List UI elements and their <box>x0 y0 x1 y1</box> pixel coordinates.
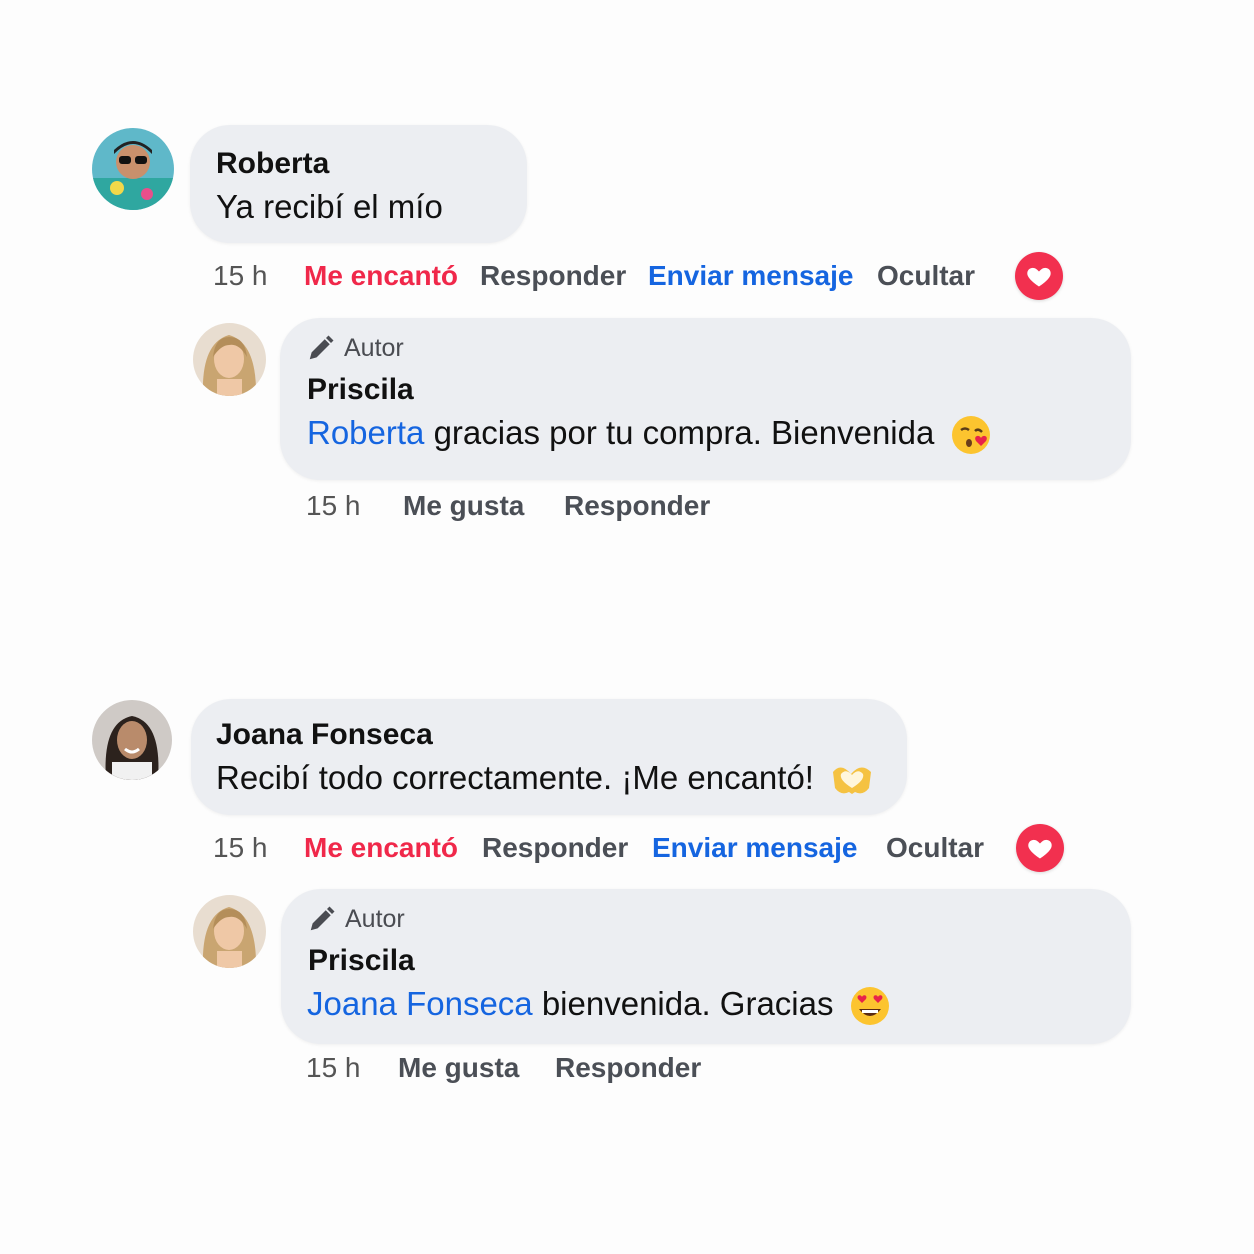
comment-text-body: Recibí todo correctamente. ¡Me encantó! <box>216 759 814 796</box>
mention-link[interactable]: Roberta <box>307 414 424 451</box>
author-badge-label: Autor <box>345 904 405 933</box>
love-action[interactable]: Me encantó <box>304 832 458 864</box>
like-action[interactable]: Me gusta <box>398 1052 519 1084</box>
pen-icon <box>310 906 335 931</box>
reaction-badge[interactable] <box>1015 252 1063 300</box>
avatar-priscila[interactable] <box>193 895 266 968</box>
reply-action[interactable]: Responder <box>555 1052 701 1084</box>
send-message-action[interactable]: Enviar mensaje <box>652 832 857 864</box>
author-badge-label: Autor <box>344 333 404 362</box>
hide-action[interactable]: Ocultar <box>886 832 984 864</box>
comment-timestamp[interactable]: 15 h <box>213 260 268 292</box>
heart-icon <box>1027 267 1051 287</box>
hide-action[interactable]: Ocultar <box>877 260 975 292</box>
love-action[interactable]: Me encantó <box>304 260 458 292</box>
reply-author[interactable]: Priscila <box>307 373 414 407</box>
reply-text-body: gracias por tu compra. Bienvenida <box>424 414 935 451</box>
comment-author[interactable]: Roberta <box>216 147 329 181</box>
reply-action[interactable]: Responder <box>480 260 626 292</box>
avatar-roberta[interactable] <box>92 128 174 210</box>
comment-text: Recibí todo correctamente. ¡Me encantó! <box>216 759 875 798</box>
avatar-joana-fonseca[interactable] <box>92 700 172 780</box>
kissing-face-heart-emoji <box>951 416 990 455</box>
author-badge: Autor <box>307 904 405 934</box>
comment-timestamp[interactable]: 15 h <box>213 832 268 864</box>
reply-timestamp[interactable]: 15 h <box>306 1052 361 1084</box>
reply-action[interactable]: Responder <box>482 832 628 864</box>
reply-author[interactable]: Priscila <box>308 944 415 978</box>
mention-link[interactable]: Joana Fonseca <box>307 985 533 1022</box>
heart-hands-emoji <box>833 767 872 795</box>
reaction-badge[interactable] <box>1016 824 1064 872</box>
like-action[interactable]: Me gusta <box>403 490 524 522</box>
comment-text: Ya recibí el mío <box>216 188 443 225</box>
reply-text: Joana Fonseca bienvenida. Gracias <box>307 985 891 1027</box>
avatar-priscila[interactable] <box>193 323 266 396</box>
send-message-action[interactable]: Enviar mensaje <box>648 260 853 292</box>
author-badge: Autor <box>306 333 404 363</box>
heart-eyes-emoji <box>850 987 889 1026</box>
reply-text: Roberta gracias por tu compra. Bienvenid… <box>307 414 992 456</box>
pen-icon <box>309 335 334 360</box>
reply-action[interactable]: Responder <box>564 490 710 522</box>
reply-timestamp[interactable]: 15 h <box>306 490 361 522</box>
heart-icon <box>1028 839 1052 859</box>
comment-author[interactable]: Joana Fonseca <box>216 718 433 752</box>
reply-text-body: bienvenida. Gracias <box>532 985 834 1022</box>
